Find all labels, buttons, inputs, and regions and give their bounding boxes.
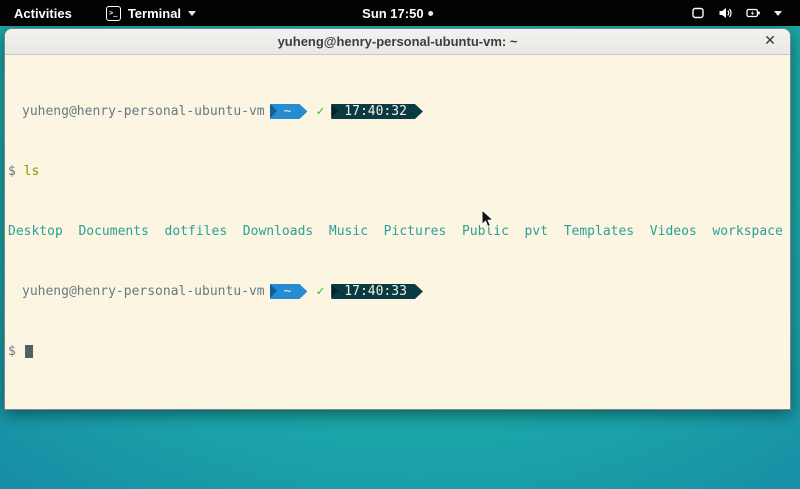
terminal-window: yuheng@henry-personal-ubuntu-vm: ~ ✕ yuh…: [4, 28, 791, 410]
command-text: ls: [24, 164, 40, 179]
prompt-time-segment: 17:40:33: [331, 284, 423, 299]
notification-dot-icon: [429, 11, 434, 16]
terminal-app-icon: >_: [106, 6, 121, 21]
app-menu-label: Terminal: [128, 6, 181, 21]
command-line: $ ls: [8, 164, 787, 179]
prompt-user-host: yuheng@henry-personal-ubuntu-vm: [8, 104, 265, 119]
prompt-line-1: yuheng@henry-personal-ubuntu-vm ~ ✓ 17:4…: [8, 104, 787, 119]
activities-button[interactable]: Activities: [10, 6, 76, 21]
prompt-path-segment: ~: [270, 284, 308, 299]
clock-label: Sun 17:50: [362, 6, 423, 21]
status-check-icon: ✓: [316, 284, 324, 299]
prompt-symbol: $: [8, 164, 16, 179]
current-input-line: $: [8, 344, 787, 359]
terminal-cursor: [25, 345, 33, 358]
prompt-path-segment: ~: [270, 104, 308, 119]
spacer: [16, 344, 24, 359]
chevron-down-icon: [774, 11, 782, 16]
terminal-content[interactable]: yuheng@henry-personal-ubuntu-vm ~ ✓ 17:4…: [5, 55, 790, 410]
display-icon: [691, 6, 705, 20]
window-titlebar[interactable]: yuheng@henry-personal-ubuntu-vm: ~ ✕: [5, 29, 790, 55]
ls-output-line: Desktop Documents dotfiles Downloads Mus…: [8, 224, 787, 239]
battery-charging-icon: [746, 6, 761, 20]
clock-button[interactable]: Sun 17:50: [362, 6, 433, 21]
volume-icon: [718, 6, 733, 20]
app-menu[interactable]: >_ Terminal: [106, 6, 196, 21]
status-check-icon: ✓: [316, 104, 324, 119]
spacer: [16, 164, 24, 179]
prompt-line-2: yuheng@henry-personal-ubuntu-vm ~ ✓ 17:4…: [8, 284, 787, 299]
top-bar: Activities >_ Terminal Sun 17:50: [0, 0, 800, 26]
chevron-down-icon: [188, 11, 196, 16]
prompt-user-host: yuheng@henry-personal-ubuntu-vm: [8, 284, 265, 299]
prompt-time-segment: 17:40:32: [331, 104, 423, 119]
system-tray-button[interactable]: [691, 0, 782, 26]
prompt-symbol: $: [8, 344, 16, 359]
close-icon[interactable]: ✕: [758, 29, 782, 54]
window-title: yuheng@henry-personal-ubuntu-vm: ~: [278, 34, 518, 49]
